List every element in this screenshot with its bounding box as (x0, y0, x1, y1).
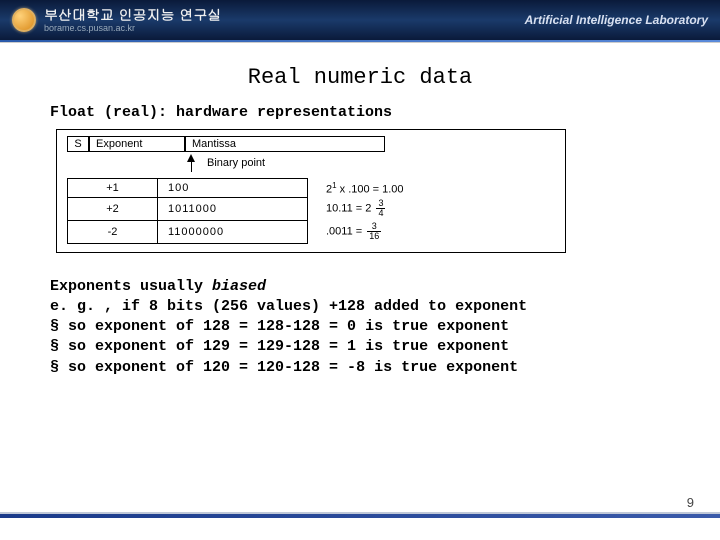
arrow-up-icon (187, 154, 195, 172)
field-layout-row: S Exponent Mantissa (67, 136, 555, 152)
cell-result: .0011 = 316 (308, 220, 458, 243)
slide-content: Real numeric data Float (real): hardware… (0, 43, 720, 378)
header-title-block: 부산대학교 인공지능 연구실 borame.cs.pusan.ac.kr (44, 7, 221, 32)
university-logo-icon (12, 8, 36, 32)
list-item: so exponent of 128 = 128-128 = 0 is true… (50, 317, 670, 337)
field-exponent: Exponent (89, 136, 185, 152)
table-row: +1 100 21 x .100 = 1.00 (68, 179, 458, 198)
table-row: +2 1011000 10.11 = 2 34 (68, 197, 458, 220)
cell-exp: -2 (68, 220, 158, 243)
cell-result: 21 x .100 = 1.00 (308, 179, 458, 198)
fraction: 316 (367, 222, 381, 241)
examples-table: +1 100 21 x .100 = 1.00 +2 1011000 10.11… (67, 178, 458, 244)
cell-man: 1011000 (158, 197, 308, 220)
list-item: so exponent of 129 = 129-128 = 1 is true… (50, 337, 670, 357)
header-left: 부산대학교 인공지능 연구실 borame.cs.pusan.ac.kr (12, 7, 221, 32)
cell-exp: +2 (68, 197, 158, 220)
body-text: Exponents usually biased e. g. , if 8 bi… (50, 277, 670, 378)
binary-point-label: Binary point (207, 157, 265, 169)
line-2: e. g. , if 8 bits (256 values) +128 adde… (50, 297, 670, 317)
org-title: 부산대학교 인공지능 연구실 (44, 7, 221, 22)
field-sign: S (67, 136, 89, 152)
page-title: Real numeric data (50, 65, 670, 90)
cell-man: 11000000 (158, 220, 308, 243)
cell-exp: +1 (68, 179, 158, 198)
footer-divider (0, 512, 720, 518)
list-item: so exponent of 120 = 120-128 = -8 is tru… (50, 358, 670, 378)
cell-man: 100 (158, 179, 308, 198)
binary-point-row: Binary point (187, 154, 555, 172)
cell-result: 10.11 = 2 34 (308, 197, 458, 220)
field-mantissa: Mantissa (185, 136, 385, 152)
line-1: Exponents usually biased (50, 277, 670, 297)
table-row: -2 11000000 .0011 = 316 (68, 220, 458, 243)
fraction: 34 (376, 199, 385, 218)
page-number: 9 (687, 495, 694, 510)
subtitle: Float (real): hardware representations (50, 104, 670, 121)
slide-header: 부산대학교 인공지능 연구실 borame.cs.pusan.ac.kr Art… (0, 0, 720, 40)
org-subtitle: borame.cs.pusan.ac.kr (44, 23, 221, 33)
float-diagram: S Exponent Mantissa Binary point +1 100 … (56, 129, 566, 253)
lab-name: Artificial Intelligence Laboratory (525, 13, 708, 27)
bullet-list: so exponent of 128 = 128-128 = 0 is true… (50, 317, 670, 378)
